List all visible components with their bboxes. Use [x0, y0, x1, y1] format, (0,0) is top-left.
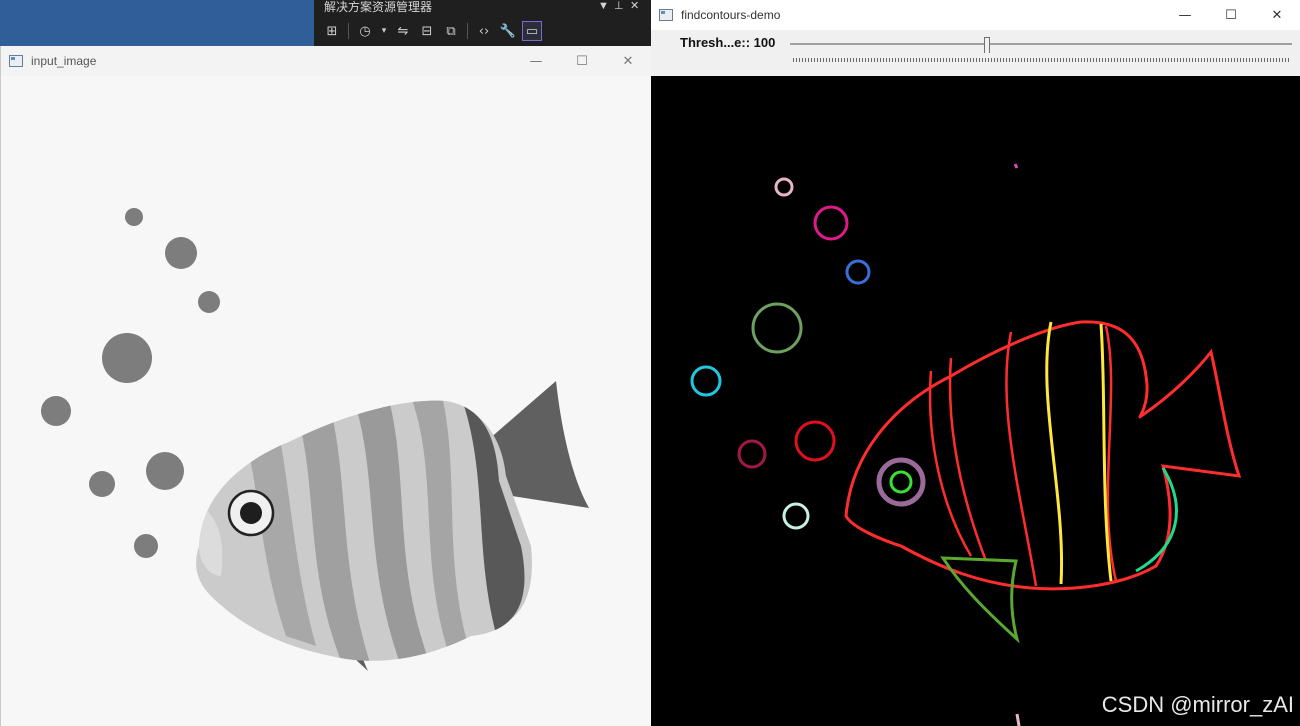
history-icon[interactable]: ◷: [355, 21, 375, 41]
code-icon[interactable]: ‹›: [474, 21, 494, 41]
panel-dropdown-icon[interactable]: ▼: [598, 0, 609, 12]
input-image-window: input_image — ☐ ✕: [0, 46, 651, 726]
threshold-ticks: [793, 58, 1289, 62]
solution-explorer-title: 解决方案资源管理器: [324, 0, 433, 14]
window-controls: — ☐ ✕: [1162, 0, 1300, 30]
fish-outline-contour: [844, 320, 1242, 591]
panel-pin-icon[interactable]: ⊥: [614, 0, 624, 12]
stripe-contours: [928, 325, 1118, 587]
findcontours-titlebar[interactable]: findcontours-demo — ☐ ✕: [651, 0, 1300, 30]
fish-pupil: [240, 502, 262, 524]
threshold-trackbar-row: Thresh...e:: 100: [651, 30, 1300, 76]
contours-canvas: [651, 76, 1300, 726]
maximize-button[interactable]: ☐: [1208, 0, 1254, 30]
wrench-icon[interactable]: 🔧: [498, 21, 518, 41]
contour-speck: [1013, 163, 1019, 169]
input-image-title: input_image: [31, 54, 97, 68]
input-image-titlebar[interactable]: input_image — ☐ ✕: [1, 46, 651, 76]
toolbar-separator: [467, 23, 468, 39]
input-image-canvas: [41, 208, 589, 671]
close-button[interactable]: ✕: [605, 46, 651, 76]
solution-explorer-panel: 解决方案资源管理器 ▼ ⊥ ✕ ⊞ ◷ ▾ ⇋ ⊟ ⧉ ‹› 🔧 ▭: [314, 0, 652, 46]
threshold-track[interactable]: [790, 43, 1292, 45]
panel-close-icon[interactable]: ✕: [630, 0, 639, 12]
maximize-button[interactable]: ☐: [559, 46, 605, 76]
contour-bubbles: [690, 177, 871, 530]
minimize-button[interactable]: —: [1162, 0, 1208, 30]
collapse-icon[interactable]: ⊟: [417, 21, 437, 41]
window-app-icon: [659, 9, 673, 21]
sync-icon[interactable]: ⇋: [393, 21, 413, 41]
watermark: CSDN @mirror_zAI: [1101, 692, 1294, 717]
threshold-label: Thresh...e:: 100: [680, 35, 776, 50]
eye-ring-contour: [876, 457, 926, 507]
dropdown-icon[interactable]: ▾: [379, 21, 389, 41]
bubbles: [41, 208, 220, 558]
window-controls: — ☐ ✕: [513, 46, 651, 76]
stripe-contour-yellow: [1045, 321, 1064, 585]
solution-icon[interactable]: ⊞: [322, 21, 342, 41]
solution-explorer-toolbar: ⊞ ◷ ▾ ⇋ ⊟ ⧉ ‹› 🔧 ▭: [322, 18, 542, 44]
threshold-slider-thumb[interactable]: [983, 37, 990, 53]
contour-speck-bottom: [1015, 713, 1021, 726]
preview-icon[interactable]: ▭: [522, 21, 542, 41]
toolbar-separator: [348, 23, 349, 39]
close-button[interactable]: ✕: [1254, 0, 1300, 30]
copy-icon[interactable]: ⧉: [441, 21, 461, 41]
findcontours-window: findcontours-demo — ☐ ✕ Thresh...e:: 100: [651, 0, 1300, 726]
window-app-icon: [9, 55, 23, 67]
minimize-button[interactable]: —: [513, 46, 559, 76]
findcontours-title: findcontours-demo: [681, 8, 781, 22]
eye-pupil-contour: [889, 470, 913, 494]
